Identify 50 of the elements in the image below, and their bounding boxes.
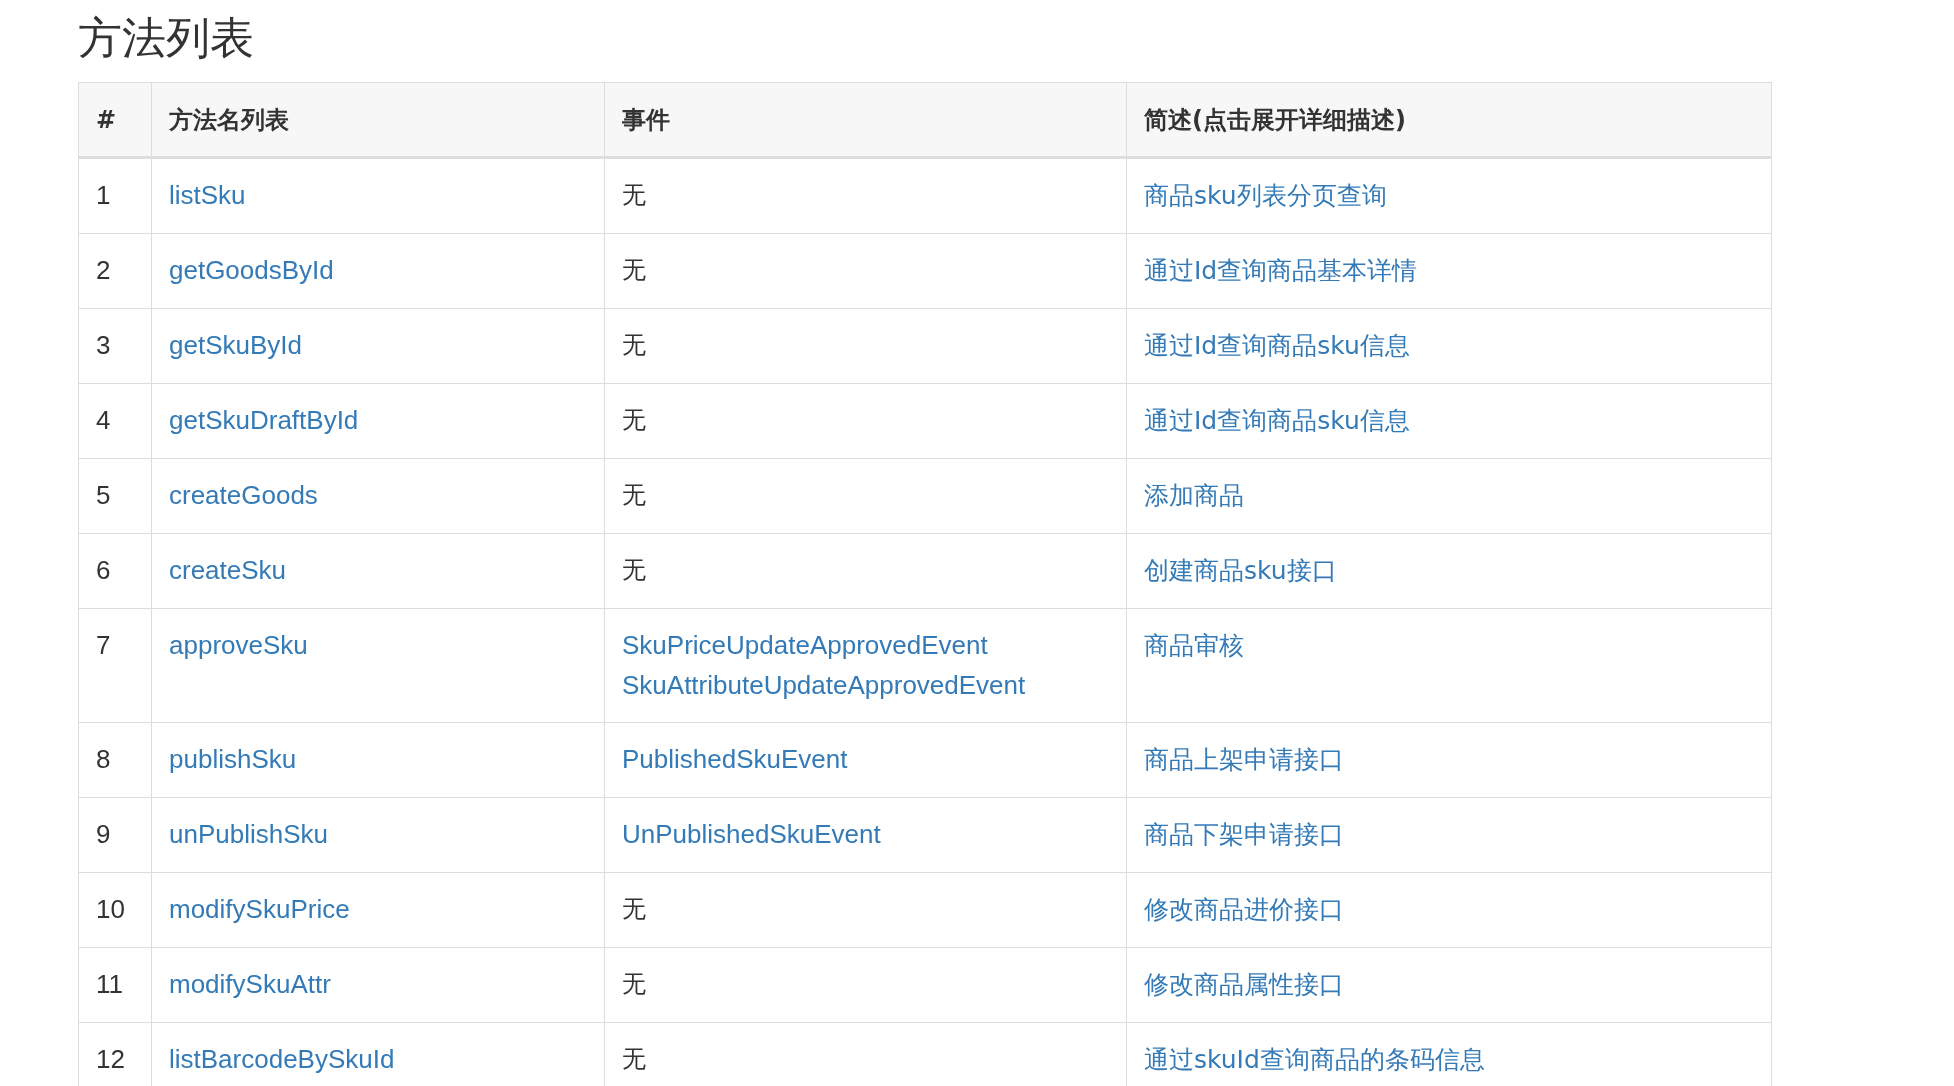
method-link[interactable]: createGoods [169,480,318,510]
event-text: 无 [622,180,646,211]
row-number: 2 [96,255,111,285]
method-link[interactable]: approveSku [169,630,308,660]
row-number: 6 [96,555,111,585]
description-link[interactable]: 商品下架申请接口 [1144,820,1344,849]
event-text: 无 [622,894,646,925]
event-link[interactable]: SkuPriceUpdateApprovedEvent [622,625,988,665]
row-number: 3 [96,330,111,360]
event-text: 无 [622,405,646,436]
column-header: 简述(点击展开详细描述) [1144,106,1406,134]
column-header: 方法名列表 [169,106,289,134]
description-link[interactable]: 通过Id查询商品sku信息 [1144,331,1410,360]
column-header: # [96,106,117,134]
method-link[interactable]: listSku [169,180,246,210]
event-text: 无 [622,330,646,361]
description-link[interactable]: 修改商品进价接口 [1144,895,1344,924]
description-link[interactable]: 修改商品属性接口 [1144,970,1344,999]
event-text: 无 [622,255,646,286]
method-link[interactable]: getGoodsById [169,255,334,285]
description-link[interactable]: 通过Id查询商品基本详情 [1144,256,1418,285]
row-number: 10 [96,894,125,924]
event-text: 无 [622,480,646,511]
description-link[interactable]: 创建商品sku接口 [1144,556,1337,585]
column-header: 事件 [622,106,670,134]
row-number: 5 [96,480,111,510]
description-link[interactable]: 添加商品 [1144,481,1244,510]
page-title: 方法列表 [78,11,254,65]
row-number: 7 [96,630,111,660]
event-text: 无 [622,969,646,1000]
row-number: 9 [96,819,111,849]
method-link[interactable]: publishSku [169,744,297,774]
row-number: 4 [96,405,111,435]
row-number: 11 [96,969,123,999]
method-link[interactable]: modifySkuAttr [169,969,331,999]
description-link[interactable]: 商品审核 [1144,631,1244,660]
method-link[interactable]: modifySkuPrice [169,894,350,924]
method-link[interactable]: getSkuById [169,330,302,360]
description-link[interactable]: 通过Id查询商品sku信息 [1144,406,1410,435]
description-link[interactable]: 商品上架申请接口 [1144,745,1344,774]
method-link[interactable]: getSkuDraftById [169,405,359,435]
row-number: 1 [96,180,111,210]
method-link[interactable]: createSku [169,555,287,585]
description-link[interactable]: 商品sku列表分页查询 [1144,181,1387,210]
row-number: 8 [96,744,111,774]
row-number: 12 [96,1044,125,1074]
event-link[interactable]: SkuAttributeUpdateApprovedEvent [622,665,1026,705]
event-text: 无 [622,1044,646,1075]
event-text: 无 [622,555,646,586]
method-link[interactable]: unPublishSku [169,819,328,849]
